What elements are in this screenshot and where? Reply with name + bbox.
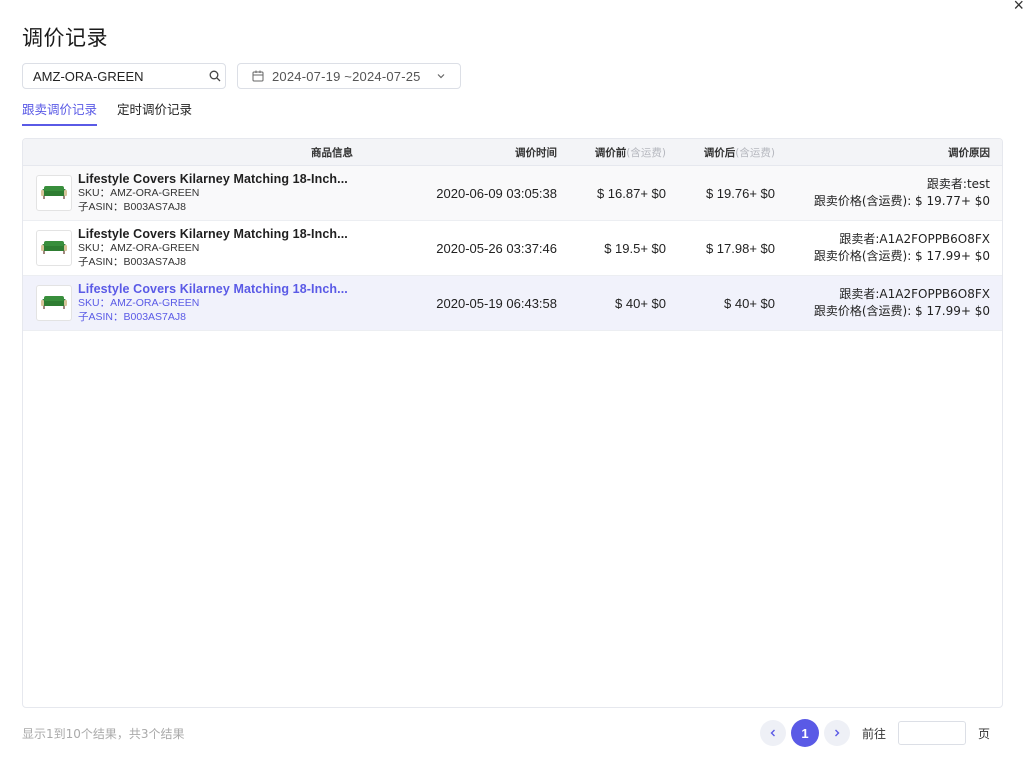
search-icon[interactable] — [209, 70, 221, 82]
product-asin: 子ASIN：B003AS7AJ8 — [78, 311, 186, 323]
date-range-picker[interactable]: 2024-07-19 ~2024-07-25 — [237, 63, 461, 89]
header-before-label: 调价前 — [594, 146, 627, 159]
prev-page-button[interactable] — [760, 720, 786, 746]
pagination: 1 前往 页 — [760, 719, 990, 747]
search-field[interactable] — [22, 63, 226, 89]
reason-seller: 跟卖者:A1A2FOPPB6O8FX — [839, 287, 990, 301]
product-cell: Lifestyle Covers Kilarney Matching 18-In… — [23, 227, 353, 269]
reason-seller: 跟卖者:test — [926, 177, 990, 191]
price-after: $ 19.76+ $0 — [705, 185, 775, 201]
product-info: Lifestyle Covers Kilarney Matching 18-In… — [78, 172, 348, 214]
page-unit-label: 页 — [978, 726, 991, 741]
product-sku: SKU：AMZ-ORA-GREEN — [78, 297, 200, 309]
price-record-table: 商品信息 调价时间 调价前(含运费) 调价后(含运费) 调价原因 Lifesty… — [22, 138, 1003, 708]
product-thumbnail — [36, 230, 72, 266]
adjust-reason: 跟卖者:A1A2FOPPB6O8FX 跟卖价格(含运费): $ 17.99+ $… — [775, 286, 990, 320]
product-info: Lifestyle Covers Kilarney Matching 18-In… — [78, 227, 348, 269]
table-row[interactable]: Lifestyle Covers Kilarney Matching 18-In… — [23, 276, 1002, 331]
header-after-label: 调价后 — [703, 146, 736, 159]
chevron-left-icon — [770, 729, 775, 737]
product-asin: 子ASIN：B003AS7AJ8 — [78, 201, 186, 213]
chevron-down-icon — [436, 71, 446, 81]
search-input[interactable] — [33, 68, 209, 84]
goto-page-input[interactable] — [898, 721, 967, 745]
product-sku: SKU：AMZ-ORA-GREEN — [78, 242, 200, 254]
adjust-reason: 跟卖者:A1A2FOPPB6O8FX 跟卖价格(含运费): $ 17.99+ $… — [775, 231, 990, 265]
adjust-time: 2020-05-26 03:37:46 — [436, 240, 557, 256]
product-thumbnail — [36, 285, 72, 321]
close-icon: × — [1013, 0, 1024, 15]
header-product: 商品信息 — [311, 146, 353, 159]
product-info: Lifestyle Covers Kilarney Matching 18-In… — [78, 282, 348, 324]
header-before-note: (含运费) — [626, 146, 666, 159]
reason-price: 跟卖价格(含运费): $ 17.99+ $0 — [813, 304, 990, 318]
date-range-value: 2024-07-19 ~2024-07-25 — [272, 68, 421, 84]
product-name[interactable]: Lifestyle Covers Kilarney Matching 18-In… — [78, 172, 348, 186]
adjust-reason: 跟卖者:test 跟卖价格(含运费): $ 19.77+ $0 — [775, 176, 990, 210]
price-before: $ 40+ $0 — [615, 295, 666, 311]
tab-scheduled-records[interactable]: 定时调价记录 — [117, 99, 192, 126]
chevron-right-icon — [835, 729, 840, 737]
table-row[interactable]: Lifestyle Covers Kilarney Matching 18-In… — [23, 221, 1002, 276]
product-sku: SKU：AMZ-ORA-GREEN — [78, 187, 200, 199]
calendar-icon — [252, 70, 264, 82]
reason-seller: 跟卖者:A1A2FOPPB6O8FX — [839, 232, 990, 246]
header-before: 调价前(含运费) — [557, 145, 666, 160]
tab-bar: 跟卖调价记录 定时调价记录 — [22, 99, 192, 126]
product-name[interactable]: Lifestyle Covers Kilarney Matching 18-In… — [78, 282, 348, 296]
result-summary: 显示1到10个结果，共3个结果 — [22, 727, 185, 741]
next-page-button[interactable] — [824, 720, 850, 746]
header-time: 调价时间 — [515, 146, 557, 159]
header-after-note: (含运费) — [735, 146, 775, 159]
price-before: $ 19.5+ $0 — [604, 240, 666, 256]
product-cell: Lifestyle Covers Kilarney Matching 18-In… — [23, 172, 353, 214]
tab-follow-sell-records[interactable]: 跟卖调价记录 — [22, 99, 98, 126]
adjust-time: 2020-06-09 03:05:38 — [436, 185, 557, 201]
table-header: 商品信息 调价时间 调价前(含运费) 调价后(含运费) 调价原因 — [23, 139, 1002, 166]
reason-price: 跟卖价格(含运费): $ 17.99+ $0 — [813, 249, 990, 263]
product-cell: Lifestyle Covers Kilarney Matching 18-In… — [23, 282, 353, 324]
product-name[interactable]: Lifestyle Covers Kilarney Matching 18-In… — [78, 227, 348, 241]
header-reason: 调价原因 — [948, 146, 990, 159]
close-button[interactable]: × — [1000, 0, 1024, 16]
product-asin: 子ASIN：B003AS7AJ8 — [78, 256, 186, 268]
page-title: 调价记录 — [22, 26, 108, 50]
price-after: $ 40+ $0 — [724, 295, 775, 311]
product-thumbnail — [36, 175, 72, 211]
page-number-button[interactable]: 1 — [791, 719, 819, 747]
price-after: $ 17.98+ $0 — [705, 240, 775, 256]
price-before: $ 16.87+ $0 — [596, 185, 666, 201]
table-row[interactable]: Lifestyle Covers Kilarney Matching 18-In… — [23, 166, 1002, 221]
adjust-time: 2020-05-19 06:43:58 — [436, 295, 557, 311]
goto-label: 前往 — [862, 726, 887, 741]
reason-price: 跟卖价格(含运费): $ 19.77+ $0 — [813, 194, 990, 208]
header-after: 调价后(含运费) — [666, 145, 775, 160]
